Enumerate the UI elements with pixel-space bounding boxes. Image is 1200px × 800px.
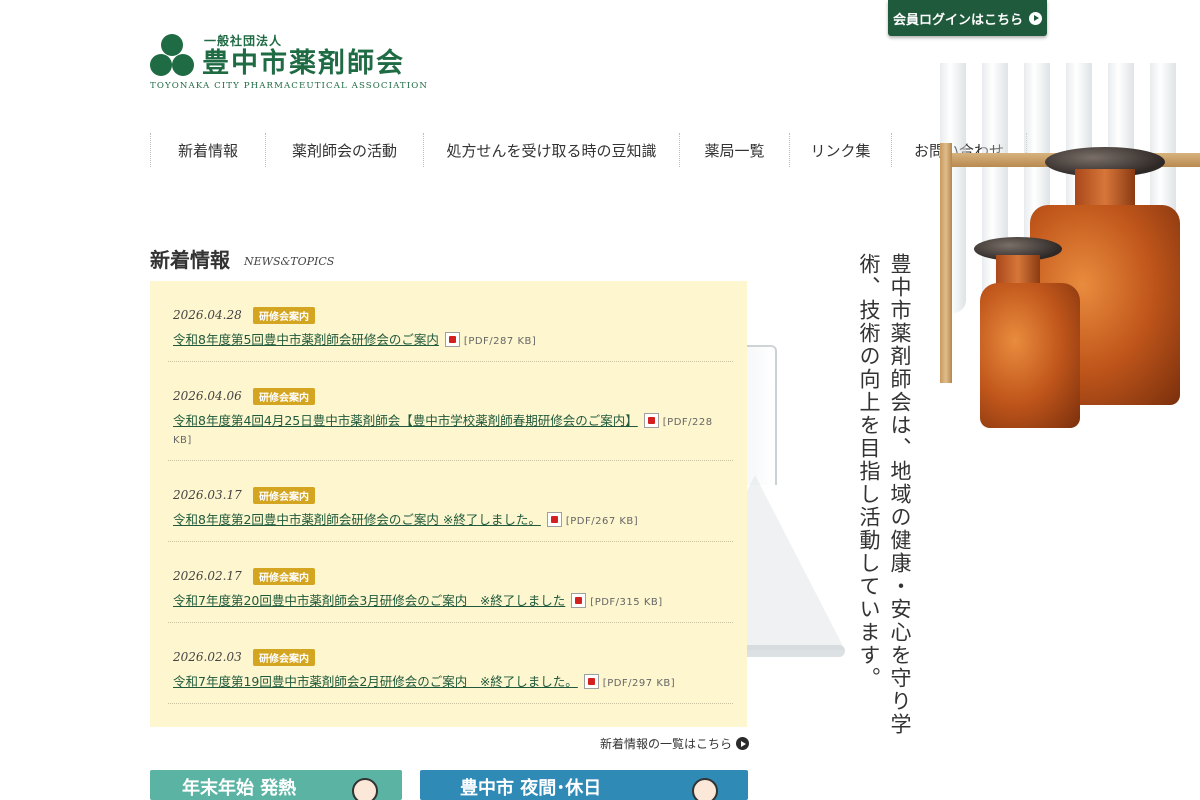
pdf-icon	[571, 593, 587, 608]
amber-bottle-small	[980, 283, 1080, 428]
banner-label: 年末年始 発熱	[182, 778, 297, 799]
pdf-size: [PDF/267 KB]	[565, 516, 639, 527]
news-list: 2026.04.28 研修会案内 令和8年度第5回豊中市薬剤師会研修会のご案内 […	[150, 281, 747, 727]
banner-night-holiday[interactable]: 豊中市 夜間･休日	[420, 770, 748, 800]
news-date: 2026.02.17	[173, 569, 242, 583]
org-name-english: TOYONAKA CITY PHARMACEUTICAL ASSOCIATION	[150, 81, 429, 91]
news-link[interactable]: 令和7年度第19回豊中市薬剤師会2月研修会のご案内 ※終了しました。	[173, 674, 578, 689]
news-date: 2026.03.17	[173, 488, 242, 502]
news-date: 2026.02.03	[173, 650, 242, 664]
news-item: 2026.03.17 研修会案内 令和8年度第2回豊中市薬剤師会研修会のご案内 …	[168, 461, 733, 542]
arrow-circle-icon	[736, 737, 750, 750]
pdf-icon	[643, 413, 659, 428]
news-subheading: NEWS&TOPICS	[244, 255, 335, 268]
nav-item-activities[interactable]: 薬剤師会の活動	[265, 133, 423, 167]
logo-emblem-icon	[150, 34, 194, 78]
org-type: 一般社団法人	[204, 34, 283, 48]
category-badge: 研修会案内	[253, 387, 315, 405]
logo-circle	[161, 34, 183, 56]
person-icon	[352, 778, 378, 800]
category-badge: 研修会案内	[253, 486, 315, 504]
news-item: 2026.02.17 研修会案内 令和7年度第20回豊中市薬剤師会3月研修会のご…	[168, 542, 733, 623]
member-login-label: 会員ログインはこちら	[892, 12, 1023, 28]
news-item: 2026.04.06 研修会案内 令和8年度第4回4月25日豊中市薬剤師会【豊中…	[168, 362, 733, 461]
logo-circle	[150, 54, 172, 76]
news-item: 2026.02.03 研修会案内 令和7年度第19回豊中市薬剤師会2月研修会のご…	[168, 623, 733, 704]
pdf-size: [PDF/315 KB]	[590, 597, 663, 608]
org-name: 豊中市薬剤師会	[202, 48, 405, 79]
pdf-icon	[546, 512, 562, 527]
category-badge: 研修会案内	[253, 306, 315, 324]
nav-item-news[interactable]: 新着情報	[150, 133, 265, 167]
news-date: 2026.04.06	[173, 389, 242, 403]
member-login-button[interactable]: 会員ログインはこちら	[888, 0, 1047, 36]
category-badge: 研修会案内	[253, 648, 315, 666]
hero-tagline: 豊中市薬剤師会は、地域の健康・安心を守り学術、技術の向上を目指し活動しています。	[857, 253, 912, 736]
person-icon	[692, 778, 718, 800]
banner-year-end-fever[interactable]: 年末年始 発熱	[150, 770, 402, 800]
pdf-icon	[444, 332, 460, 347]
category-badge: 研修会案内	[253, 567, 315, 585]
pdf-size: [PDF/287 KB]	[463, 336, 537, 347]
news-link[interactable]: 令和7年度第20回豊中市薬剤師会3月研修会のご案内 ※終了しました	[173, 593, 565, 608]
arrow-circle-icon	[1029, 11, 1042, 25]
pdf-icon	[583, 674, 599, 689]
news-link[interactable]: 令和8年度第5回豊中市薬剤師会研修会のご案内	[173, 332, 439, 347]
logo-circle	[172, 54, 194, 76]
pdf-size: [PDF/297 KB]	[602, 678, 676, 689]
news-heading: 新着情報	[150, 248, 230, 272]
site-logo[interactable]: 一般社団法人 豊中市薬剤師会	[150, 32, 405, 79]
news-link[interactable]: 令和8年度第2回豊中市薬剤師会研修会のご案内 ※終了しました。	[173, 512, 541, 527]
news-link[interactable]: 令和8年度第4回4月25日豊中市薬剤師会【豊中市学校薬剤師春期研修会のご案内】	[173, 413, 638, 428]
news-item: 2026.04.28 研修会案内 令和8年度第5回豊中市薬剤師会研修会のご案内 […	[168, 281, 733, 362]
news-more-link[interactable]: 新着情報の一覧はこちら	[600, 735, 750, 752]
news-more-label: 新着情報の一覧はこちら	[600, 737, 733, 751]
news-date: 2026.04.28	[173, 308, 242, 322]
banner-label: 豊中市 夜間･休日	[460, 778, 602, 799]
